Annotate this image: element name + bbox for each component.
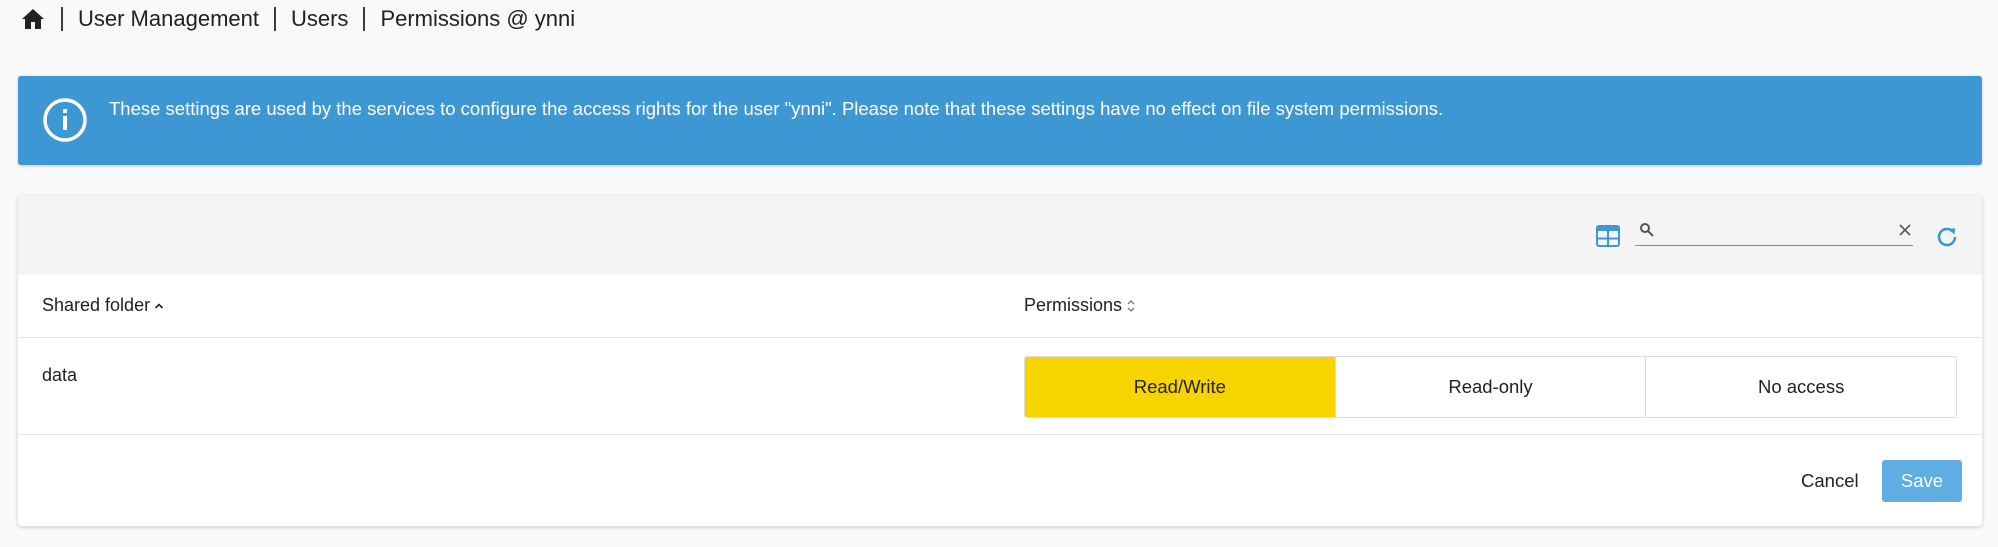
breadcrumb: User Management Users Permissions @ ynni <box>20 0 575 38</box>
sort-ascending-icon <box>155 302 164 309</box>
permission-read-only-button[interactable]: Read-only <box>1336 357 1647 417</box>
permission-toggle-group: Read/Write Read-only No access <box>1024 356 1957 418</box>
table-header: Shared folder Permissions <box>18 275 1982 338</box>
info-alert: These settings are used by the services … <box>18 76 1982 165</box>
breadcrumb-users[interactable]: Users <box>291 6 348 32</box>
permission-no-access-button[interactable]: No access <box>1646 357 1956 417</box>
table-toolbar <box>18 196 1982 275</box>
search-icon <box>1639 222 1655 238</box>
column-header-shared-folder[interactable]: Shared folder <box>42 295 164 316</box>
info-circle-icon <box>42 97 88 143</box>
permissions-card: Shared folder Permissions data Read/Writ… <box>18 196 1982 526</box>
breadcrumb-separator <box>363 7 366 31</box>
alert-message: These settings are used by the services … <box>109 98 1444 119</box>
permission-read-write-button[interactable]: Read/Write <box>1025 357 1336 417</box>
breadcrumb-separator <box>273 7 276 31</box>
table-row: data Read/Write Read-only No access <box>18 338 1982 435</box>
card-footer: Cancel Save <box>18 435 1982 526</box>
grid-view-icon[interactable] <box>1596 225 1620 247</box>
refresh-icon[interactable] <box>1934 224 1960 250</box>
sort-unsorted-icon <box>1127 299 1135 312</box>
save-button[interactable]: Save <box>1882 460 1962 502</box>
search-field <box>1635 220 1913 246</box>
breadcrumb-separator <box>61 7 63 31</box>
shared-folder-name: data <box>42 365 78 385</box>
cancel-button[interactable]: Cancel <box>1787 460 1873 502</box>
breadcrumb-permissions: Permissions @ ynni <box>380 6 576 31</box>
search-input[interactable] <box>1659 220 1879 244</box>
column-header-permissions[interactable]: Permissions <box>1024 295 1136 316</box>
breadcrumb-user-management[interactable]: User Management <box>78 6 259 32</box>
close-icon[interactable] <box>1897 222 1913 238</box>
column-label: Shared folder <box>42 295 151 315</box>
home-icon[interactable] <box>20 6 46 32</box>
column-label: Permissions <box>1024 295 1123 315</box>
